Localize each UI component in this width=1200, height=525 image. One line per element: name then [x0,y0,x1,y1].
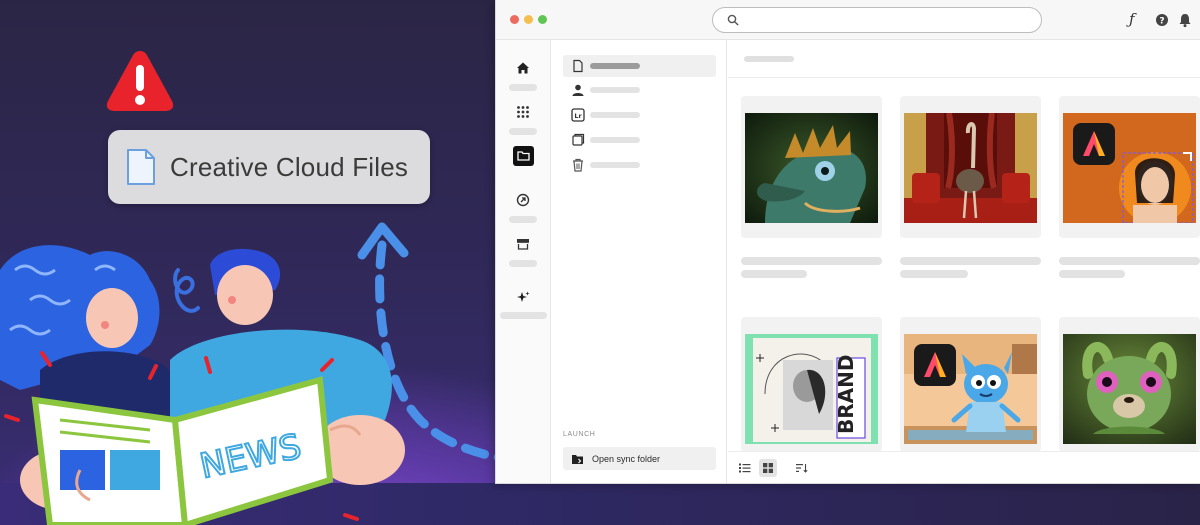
list-view-button[interactable] [736,459,754,477]
app-window: ƒ ? Lr LAUNCH Open sync folder BRAND [495,0,1200,484]
open-sync-folder-button[interactable]: Open sync folder [563,447,716,470]
main-header [728,40,1200,78]
search-input[interactable] [712,7,1042,33]
file-card[interactable] [741,96,882,238]
bell-icon[interactable] [1177,12,1193,28]
list-view-icon [739,463,751,473]
help-icon[interactable]: ? [1154,12,1170,28]
document-icon [127,149,155,185]
files-nav-panel: Lr LAUNCH Open sync folder [551,40,727,483]
lightroom-icon: Lr [571,108,585,122]
nav-item-shared[interactable] [563,79,716,101]
warning-triangle-icon [106,51,174,111]
search-icon [727,14,739,26]
sort-button[interactable] [793,459,811,477]
files-folder-icon [513,146,534,166]
icon-rail [496,40,551,483]
file-card[interactable] [900,96,1041,238]
home-icon [517,62,529,74]
nav-item-lightroom[interactable]: Lr [563,104,716,126]
title-bar: ƒ ? [496,0,1200,40]
file-chip-label: Creative Cloud Files [170,151,409,182]
view-footer [728,451,1200,483]
sparkle-icon [517,291,530,302]
open-sync-folder-label: Open sync folder [592,453,661,464]
file-card[interactable] [1059,317,1200,452]
copy-icon [572,133,585,146]
file-card[interactable] [900,317,1041,452]
svg-text:Lr: Lr [574,112,582,120]
stock-icon [516,193,530,207]
marketplace-icon [517,239,529,250]
brand-collage-thumbnail: BRAND [745,334,878,444]
grid-view-button[interactable] [759,459,777,477]
ostrich-room-thumbnail [904,113,1037,223]
file-icon [573,59,583,73]
sync-folder-icon [572,454,583,464]
file-card[interactable]: BRAND [741,317,882,452]
main-content: BRAND [728,40,1200,483]
creative-cloud-files-chip: Creative Cloud Files [108,130,430,204]
file-card[interactable] [1059,96,1200,238]
sort-icon [796,464,808,473]
grid-view-icon [763,463,773,473]
dragon-creature-thumbnail [745,113,878,223]
nav-item-your-files[interactable] [563,55,716,77]
nav-item-copies[interactable] [563,129,716,151]
people-reading-newspaper-illustration: NEWS [0,222,555,525]
font-icon[interactable]: ƒ [1129,10,1145,28]
nav-item-deleted[interactable] [563,154,716,176]
svg-text:BRAND: BRAND [834,355,858,434]
trash-icon [573,158,583,172]
blue-cartoon-character-thumbnail [904,334,1037,444]
close-window-button[interactable] [510,15,519,24]
green-creature-thumbnail [1063,334,1196,444]
person-icon [572,84,584,96]
adobe-express-portrait-thumbnail [1063,113,1196,223]
svg-text:?: ? [1159,17,1164,27]
launch-section-label: LAUNCH [563,431,596,438]
maximize-window-button[interactable] [538,15,547,24]
minimize-window-button[interactable] [524,15,533,24]
apps-grid-icon [517,106,529,118]
